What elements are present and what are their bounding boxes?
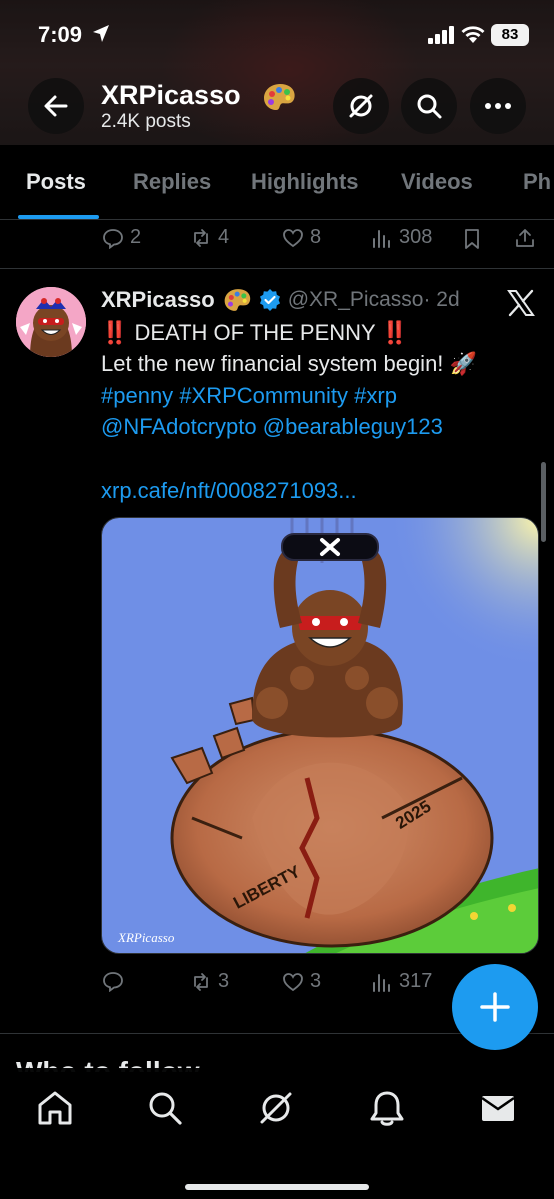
search-button[interactable] xyxy=(401,78,457,134)
status-time: 7:09 xyxy=(38,22,83,47)
post-url-link[interactable]: xrp.cafe/nft/0008271093... xyxy=(101,475,357,506)
verified-icon xyxy=(259,289,280,311)
reply-button[interactable]: 2 xyxy=(102,226,141,249)
notifications-icon[interactable] xyxy=(367,1088,407,1128)
like-count: 3 xyxy=(310,970,322,992)
post-time: · 2d xyxy=(423,288,460,311)
messages-icon[interactable] xyxy=(478,1088,518,1128)
tab-posts[interactable]: Posts xyxy=(26,169,86,195)
battery-indicator: 83 xyxy=(491,24,529,46)
repost-count: 4 xyxy=(218,226,230,248)
previous-post-actions: 2 4 8 308 xyxy=(0,226,554,266)
post-text-line1: ‼️ DEATH OF THE PENNY ‼️ xyxy=(101,320,409,345)
hashtag-link[interactable]: #penny xyxy=(101,383,173,408)
post-text-line2: Let the new financial system begin! 🚀 xyxy=(101,351,477,376)
post-media-image[interactable]: LIBERTY 2025 XRPicasso xyxy=(101,517,539,954)
tab-videos[interactable]: Videos xyxy=(401,169,473,195)
post-count: 2.4K posts xyxy=(101,111,191,132)
more-icon xyxy=(485,103,511,109)
repost-button[interactable]: 4 xyxy=(190,226,229,249)
hashtag-link[interactable]: #XRPCommunity xyxy=(179,383,348,408)
bear-avatar-image xyxy=(16,287,86,357)
like-button[interactable]: 8 xyxy=(282,226,321,249)
like-icon xyxy=(283,228,303,247)
views-icon xyxy=(373,973,390,992)
tab-photos[interactable]: Ph xyxy=(523,169,551,195)
bookmark-icon[interactable] xyxy=(462,228,482,250)
share-icon[interactable] xyxy=(514,227,536,249)
artist-signature: XRPicasso xyxy=(117,930,175,945)
reply-icon xyxy=(103,972,123,992)
repost-icon xyxy=(194,972,208,991)
cellular-signal-icon xyxy=(428,26,454,44)
repost-button[interactable]: 3 xyxy=(190,970,229,993)
reply-count: 2 xyxy=(130,226,142,248)
more-button[interactable] xyxy=(470,78,526,134)
views-count: 317 xyxy=(399,970,433,992)
explore-icon[interactable] xyxy=(145,1088,185,1128)
home-indicator xyxy=(185,1184,369,1190)
hashtag-link[interactable]: #xrp xyxy=(354,383,397,408)
penny-bear-illustration: LIBERTY 2025 XRPicasso xyxy=(102,518,538,953)
like-button[interactable]: 3 xyxy=(282,970,321,993)
post-mentions: @NFAdotcrypto @bearableguy123 xyxy=(101,411,443,442)
avatar[interactable] xyxy=(16,287,86,357)
post-handle[interactable]: @XR_Picasso xyxy=(288,288,424,312)
palette-emoji xyxy=(224,289,250,311)
bottom-navigation xyxy=(0,1068,554,1199)
location-arrow-icon xyxy=(93,25,109,42)
palette-emoji xyxy=(264,84,295,110)
status-bar: 7:09 83 xyxy=(0,0,554,68)
compose-plus-icon xyxy=(480,992,510,1022)
scrollbar[interactable] xyxy=(541,462,546,542)
compose-button[interactable] xyxy=(452,964,538,1050)
active-tab-indicator xyxy=(18,215,99,219)
wifi-icon xyxy=(461,26,485,43)
mention-link[interactable]: @NFAdotcrypto xyxy=(101,414,257,439)
tab-replies[interactable]: Replies xyxy=(133,169,211,195)
like-count: 8 xyxy=(310,226,322,248)
tab-highlights[interactable]: Highlights xyxy=(251,169,359,195)
reply-icon xyxy=(103,228,123,249)
views-count: 308 xyxy=(399,226,433,248)
profile-name: XRPicasso xyxy=(101,80,241,110)
views-icon xyxy=(373,229,390,248)
post-divider xyxy=(0,268,554,269)
mention-link[interactable]: @bearableguy123 xyxy=(263,414,443,439)
x-logo-icon[interactable] xyxy=(506,288,536,318)
grok-icon xyxy=(349,94,373,118)
grok-button[interactable] xyxy=(333,78,389,134)
repost-icon xyxy=(194,228,208,247)
back-arrow-icon xyxy=(44,95,68,117)
search-icon xyxy=(417,94,442,119)
post-author-name[interactable]: XRPicasso xyxy=(101,287,215,313)
grok-nav-icon[interactable] xyxy=(256,1088,296,1128)
home-icon[interactable] xyxy=(35,1088,75,1128)
post-hashtags: #penny #XRPCommunity #xrp xyxy=(101,380,397,411)
post-header: XRPicasso @XR_Picasso · 2d xyxy=(101,287,460,313)
like-icon xyxy=(283,972,303,991)
repost-count: 3 xyxy=(218,970,230,992)
profile-tabs: Posts Replies Highlights Videos Ph xyxy=(0,145,554,220)
reply-button[interactable] xyxy=(102,970,130,992)
views-button[interactable]: 317 xyxy=(371,970,432,993)
views-button[interactable]: 308 xyxy=(371,226,432,249)
back-button[interactable] xyxy=(28,78,84,134)
